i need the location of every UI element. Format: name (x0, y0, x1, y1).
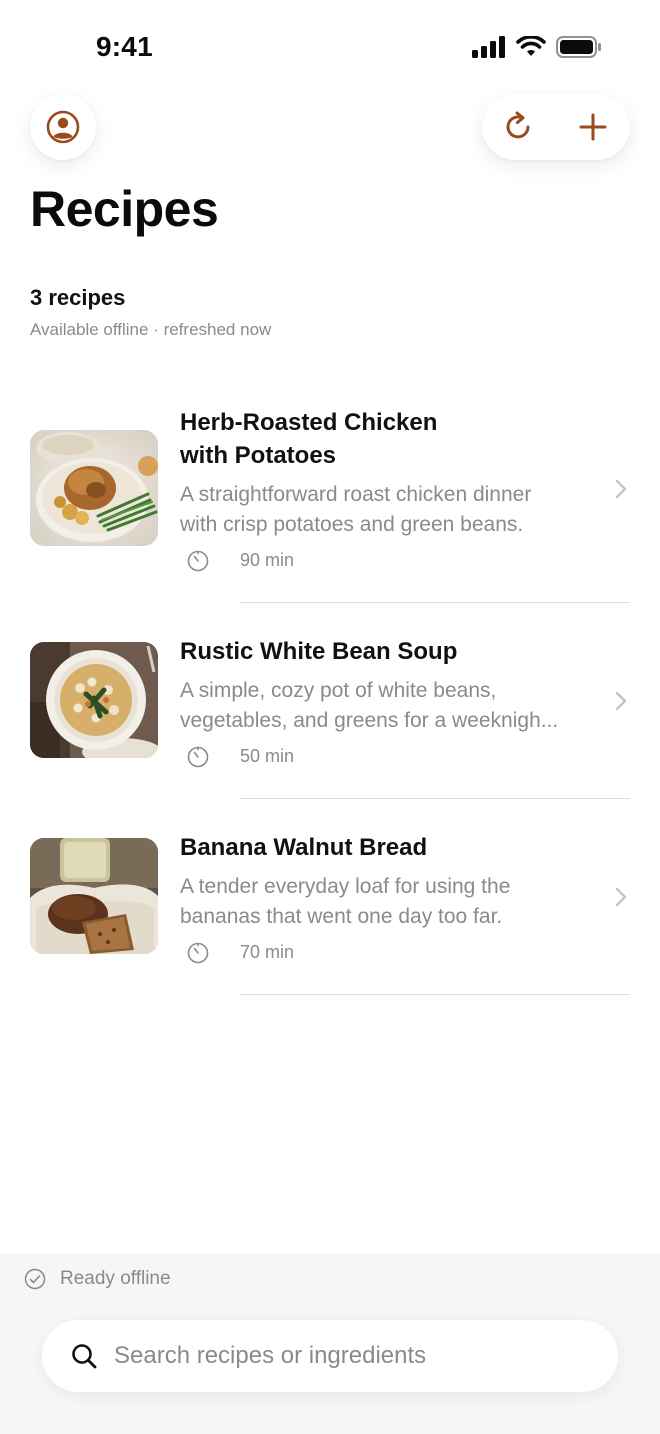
recipe-description: A tender everyday loaf for using the ban… (180, 872, 600, 932)
recipe-description-line: A tender everyday loaf for using the (180, 875, 511, 898)
recipe-description: A simple, cozy pot of white beans, veget… (180, 676, 600, 736)
recipe-count: 3 recipes (30, 285, 126, 310)
page-title: Recipes (30, 181, 219, 237)
refresh-button[interactable] (486, 94, 552, 160)
recipe-thumbnail (30, 642, 158, 758)
add-recipe-button[interactable] (560, 94, 626, 160)
sync-status: Available offline · refreshed now (30, 320, 272, 339)
profile-button[interactable] (30, 94, 96, 160)
cook-time: 70 min (240, 942, 295, 962)
recipe-description-line: with crisp potatoes and green beans. (180, 513, 524, 536)
header-actions (482, 94, 630, 160)
recipe-title-line: with Potatoes (180, 442, 337, 469)
recipe-thumbnail (30, 838, 158, 954)
cook-time: 50 min (240, 746, 295, 766)
recipe-description: A straightforward roast chicken dinner w… (180, 480, 600, 540)
recipe-description-line: bananas that went one day too far. (180, 905, 503, 928)
search-bar[interactable] (42, 1320, 618, 1392)
recipe-title-line: Rustic White Bean Soup (180, 638, 458, 665)
row-divider (240, 994, 630, 995)
recipe-description-line: A simple, cozy pot of white beans, (180, 679, 497, 702)
plus-icon (579, 113, 607, 141)
row-divider (240, 798, 630, 799)
timer-icon (187, 550, 209, 572)
chevron-right-icon (615, 479, 627, 499)
person-circle-icon (46, 110, 80, 144)
recipe-title: Rustic White Bean Soup (180, 635, 480, 668)
offline-status: Ready offline (24, 1268, 171, 1290)
recipe-title: Herb-Roasted Chicken with Potatoes (180, 406, 480, 472)
timer-icon (187, 942, 209, 964)
recipe-description-line: vegetables, and greens for a weeknigh... (180, 709, 559, 732)
recipe-thumbnail (30, 430, 158, 546)
recipe-title: Banana Walnut Bread (180, 831, 480, 864)
status-time: 9:41 (96, 31, 153, 62)
cook-time: 90 min (240, 550, 295, 570)
recipe-title-line: Banana Walnut Bread (180, 834, 428, 861)
search-icon (72, 1344, 97, 1369)
recipe-title-line: Herb-Roasted Chicken (180, 409, 438, 436)
status-bar: 9:41 (0, 0, 660, 96)
timer-icon (187, 746, 209, 768)
refresh-icon (506, 111, 530, 139)
row-divider (240, 602, 630, 603)
recipe-description-line: A straightforward roast chicken dinner (180, 483, 532, 506)
checkmark-circle-icon (24, 1268, 46, 1290)
offline-label: Ready offline (60, 1268, 171, 1289)
cellular-signal-icon (472, 36, 505, 58)
status-icons (472, 36, 602, 58)
wifi-icon (516, 36, 546, 56)
search-input[interactable] (112, 1341, 596, 1371)
battery-icon (556, 36, 601, 58)
chevron-right-icon (615, 887, 627, 907)
chevron-right-icon (615, 691, 627, 711)
